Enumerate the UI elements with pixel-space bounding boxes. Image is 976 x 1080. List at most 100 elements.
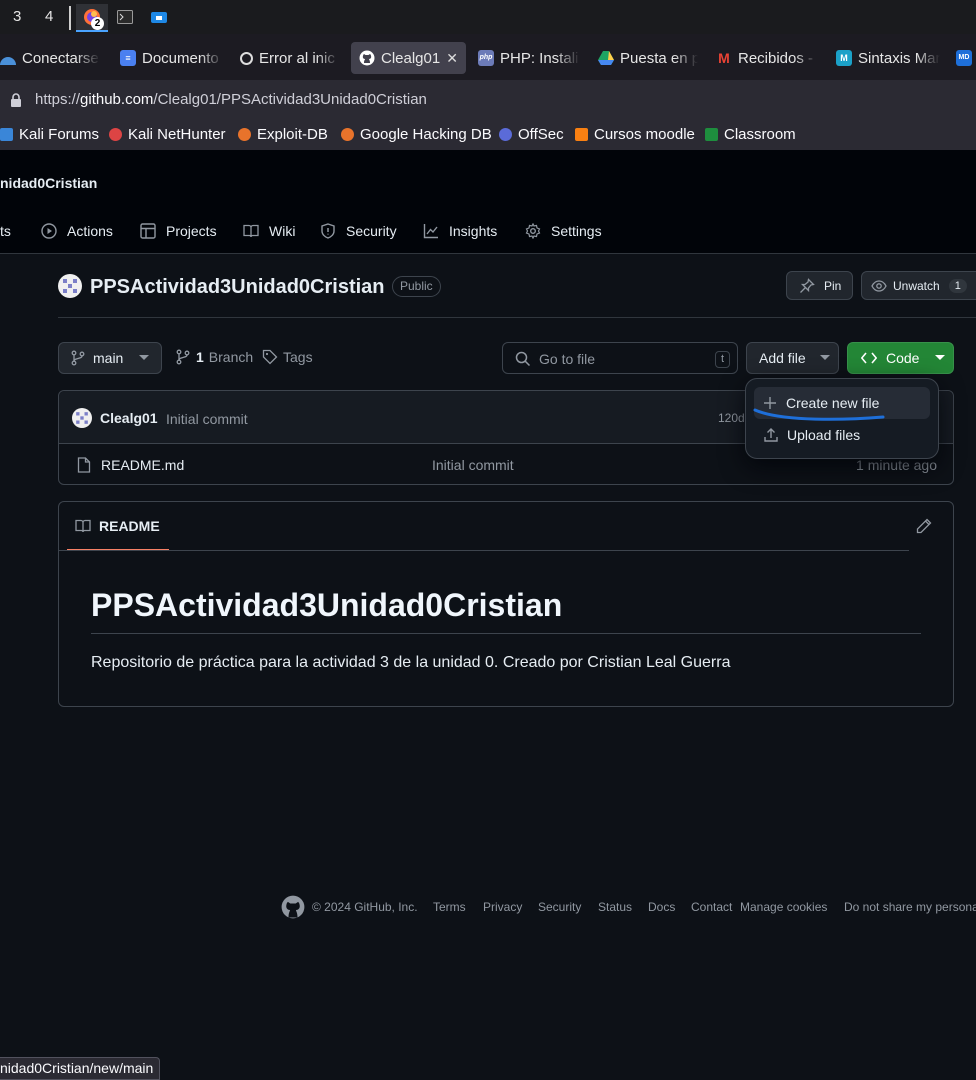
readme-tab[interactable]: README [67, 502, 169, 551]
book-icon [75, 519, 91, 532]
commit-hash[interactable]: 120d [718, 411, 745, 425]
tab-documento[interactable]: ≡ Documento [120, 42, 224, 74]
readme-heading: PPSActividad3Unidad0Cristian [91, 587, 563, 623]
terminal-icon[interactable] [117, 10, 133, 24]
branch-label: Branch [208, 349, 254, 365]
search-shortcut-key: t [715, 351, 730, 368]
tab-projects[interactable]: Projects [140, 223, 217, 239]
tab-gmail[interactable]: M Recibidos - [716, 42, 818, 74]
file-name[interactable]: README.md [101, 457, 184, 473]
close-icon[interactable]: ✕ [446, 50, 458, 67]
footer-terms[interactable]: Terms [433, 900, 466, 914]
caret-down-icon [139, 355, 150, 360]
footer-security[interactable]: Security [538, 900, 581, 914]
footer-privacy[interactable]: Privacy [483, 900, 522, 914]
nav-label: Actions [67, 223, 113, 239]
tab-actions[interactable]: Actions [41, 223, 113, 239]
bookmark-google-hacking-db[interactable]: Google Hacking DB [341, 126, 492, 143]
graph-icon [423, 224, 438, 239]
go-to-file-input[interactable]: Go to file t [502, 342, 738, 374]
branch-select-button[interactable]: main [58, 342, 162, 374]
offsec-icon [499, 128, 512, 141]
commit-author[interactable]: Clealg01 [100, 410, 158, 426]
annotation-underline [753, 408, 885, 421]
nav-label: Wiki [269, 223, 296, 239]
upload-files-label: Upload files [787, 427, 861, 443]
bookmark-exploit-db[interactable]: Exploit-DB [238, 126, 328, 143]
commit-message[interactable]: Initial commit [166, 411, 248, 427]
pencil-icon[interactable] [916, 518, 932, 534]
bookmark-label: Cursos moodle [594, 126, 695, 143]
branch-icon [71, 350, 85, 366]
caret-down-icon [819, 355, 830, 360]
tab-settings[interactable]: Settings [525, 223, 602, 239]
nav-label: Insights [449, 223, 498, 239]
footer-docs[interactable]: Docs [648, 900, 675, 914]
tags-label: Tags [283, 349, 313, 365]
exploit-db-icon [238, 128, 251, 141]
os-taskbar: 3 4 2 [0, 0, 976, 34]
tab-insights[interactable]: Insights [423, 223, 497, 239]
github-repo-header: nidad0Cristian ts Actions Projects Wiki … [0, 150, 976, 254]
repo-breadcrumb[interactable]: nidad0Cristian [0, 175, 97, 191]
nav-label: ts [0, 223, 11, 239]
add-file-button[interactable]: Add file [746, 342, 839, 374]
files-icon[interactable] [151, 10, 167, 24]
readme-header-divider [59, 550, 909, 551]
url-path: /Clealg01/PPSActividad3Unidad0Cristian [153, 91, 427, 108]
pin-button[interactable]: Pin [786, 271, 853, 300]
openai-icon [240, 51, 253, 65]
table-icon [140, 223, 156, 239]
bookmark-label: Classroom [724, 126, 796, 143]
bookmark-kali-forums[interactable]: Kali Forums [0, 126, 99, 143]
footer-contact[interactable]: Contact [691, 900, 732, 914]
bookmark-cursos-moodle[interactable]: Cursos moodle [575, 126, 695, 143]
footer-manage-cookies[interactable]: Manage cookies [740, 900, 827, 914]
tab-security[interactable]: Security [320, 223, 397, 239]
tab-conectarse[interactable]: Conectarse [0, 42, 100, 74]
tab-github-active[interactable]: Clealg01/ ✕ [351, 42, 466, 74]
bookmark-label: Kali Forums [19, 126, 100, 143]
url-text[interactable]: https://github.com/Clealg01/PPSActividad… [35, 91, 427, 108]
readme-panel: README PPSActividad3Unidad0Cristian Repo… [58, 501, 954, 707]
eye-icon [871, 279, 887, 292]
github-logo-icon[interactable] [281, 895, 305, 919]
bookmark-kali-nethunter[interactable]: Kali NetHunter [109, 126, 226, 143]
github-icon [359, 50, 375, 66]
tab-php[interactable]: php PHP: Instali [478, 42, 580, 74]
avatar [72, 408, 92, 428]
bookmark-offsec[interactable]: OffSec [499, 126, 564, 143]
footer-copyright: © 2024 GitHub, Inc. [312, 900, 418, 914]
play-circle-icon [41, 223, 57, 239]
workspace-4[interactable]: 4 [45, 8, 53, 25]
browser-tab-strip: Conectarse ≡ Documento Error al inic Cle… [0, 34, 976, 80]
bookmark-label: Google Hacking DB [360, 126, 492, 143]
taskbar-firefox[interactable]: 2 [76, 4, 108, 32]
classroom-icon [705, 128, 718, 141]
gmail-icon: M [718, 50, 730, 66]
tab-pull-requests[interactable]: ts [0, 223, 11, 239]
tab-error[interactable]: Error al inic [240, 42, 340, 74]
repo-title[interactable]: PPSActividad3Unidad0Cristian [90, 276, 385, 299]
link-status-bar: nidad0Cristian/new/main [0, 1057, 161, 1080]
tab-wiki[interactable]: Wiki [243, 223, 295, 239]
tab-overflow[interactable]: MD [956, 42, 976, 74]
tags-link[interactable]: Tags [262, 349, 313, 365]
bookmark-classroom[interactable]: Classroom [705, 126, 796, 143]
php-icon: php [478, 50, 494, 66]
tab-sintaxis[interactable]: M Sintaxis Mar [836, 42, 940, 74]
footer-status[interactable]: Status [598, 900, 632, 914]
branches-link[interactable]: 1 Branch [176, 349, 253, 365]
url-bar[interactable]: https://github.com/Clealg01/PPSActividad… [0, 80, 976, 120]
firefox-badge: 2 [91, 17, 104, 30]
unwatch-label: Unwatch [893, 278, 940, 293]
readme-body: Repositorio de práctica para la activida… [91, 654, 731, 671]
code-button[interactable]: Code [847, 342, 954, 374]
file-commit-message[interactable]: Initial commit [432, 457, 514, 473]
url-host: github.com [80, 91, 154, 108]
nav-label: Projects [166, 223, 217, 239]
unwatch-button[interactable]: Unwatch 1 [861, 271, 976, 300]
footer-do-not-share[interactable]: Do not share my persona [844, 900, 976, 914]
workspace-3[interactable]: 3 [13, 8, 21, 25]
tab-puesta[interactable]: Puesta en p [598, 42, 698, 74]
